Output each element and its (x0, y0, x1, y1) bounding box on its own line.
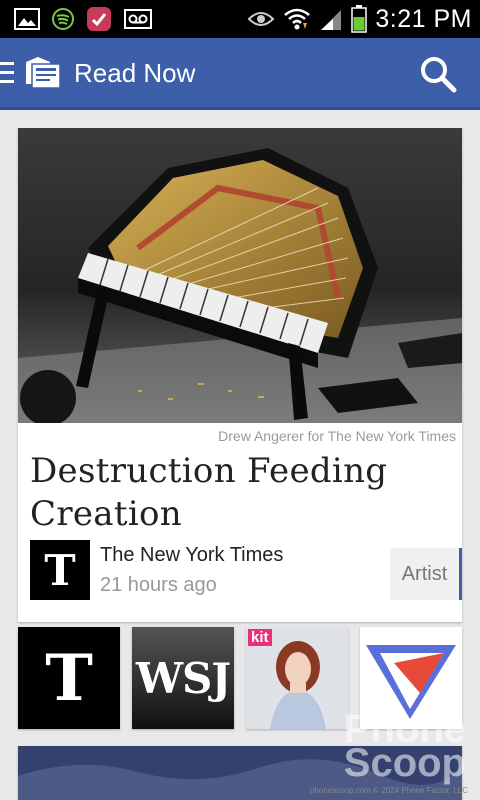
article-photo[interactable] (18, 128, 462, 423)
status-bar: 3:21 PM (0, 0, 480, 38)
topic-tag-button[interactable]: Artist (390, 548, 462, 600)
feature-article-card[interactable]: Drew Angerer for The New York Times Dest… (18, 128, 462, 622)
wifi-icon (284, 8, 311, 30)
source-tile-nyt[interactable]: T (18, 627, 120, 729)
nyt-logo: T (45, 640, 93, 716)
battery-icon (351, 5, 368, 33)
news-feed[interactable]: Drew Angerer for The New York Times Dest… (0, 110, 480, 800)
search-icon[interactable] (418, 54, 458, 94)
action-bar: Read Now (0, 38, 480, 110)
clock: 3:21 PM (375, 4, 472, 33)
kit-logo: kit (248, 629, 272, 646)
article-headline[interactable]: Destruction Feeding Creation (30, 450, 450, 536)
notification-icons (14, 6, 152, 32)
photo-credit: Drew Angerer for The New York Times (218, 428, 456, 444)
system-status: 3:21 PM (247, 4, 472, 34)
eye-icon (247, 12, 275, 26)
spotify-icon (52, 8, 74, 30)
voicemail-icon (124, 9, 152, 29)
watermark-footer: phonescoop.com © 2024 Phone Factor, LLC (310, 786, 468, 795)
menu-icon[interactable] (0, 62, 16, 86)
app-notification-icon (87, 7, 111, 31)
source-tile-kit[interactable]: kit (246, 627, 348, 729)
page-title: Read Now (74, 58, 196, 88)
phonescoop-watermark: Phone Scoop (343, 709, 466, 785)
signal-icon (321, 10, 342, 30)
newsstand-logo-icon[interactable] (22, 54, 64, 92)
source-logo-text: T (44, 545, 76, 595)
source-name[interactable]: The New York Times (100, 544, 283, 567)
watermark-line2: Scoop (343, 741, 466, 785)
wsj-logo: WSJ (135, 653, 231, 703)
published-time: 21 hours ago (100, 574, 217, 596)
source-tile-wsj[interactable]: WSJ (132, 627, 234, 729)
piano-photo (18, 128, 462, 423)
source-logo[interactable]: T (30, 540, 90, 600)
gallery-icon (14, 8, 40, 30)
